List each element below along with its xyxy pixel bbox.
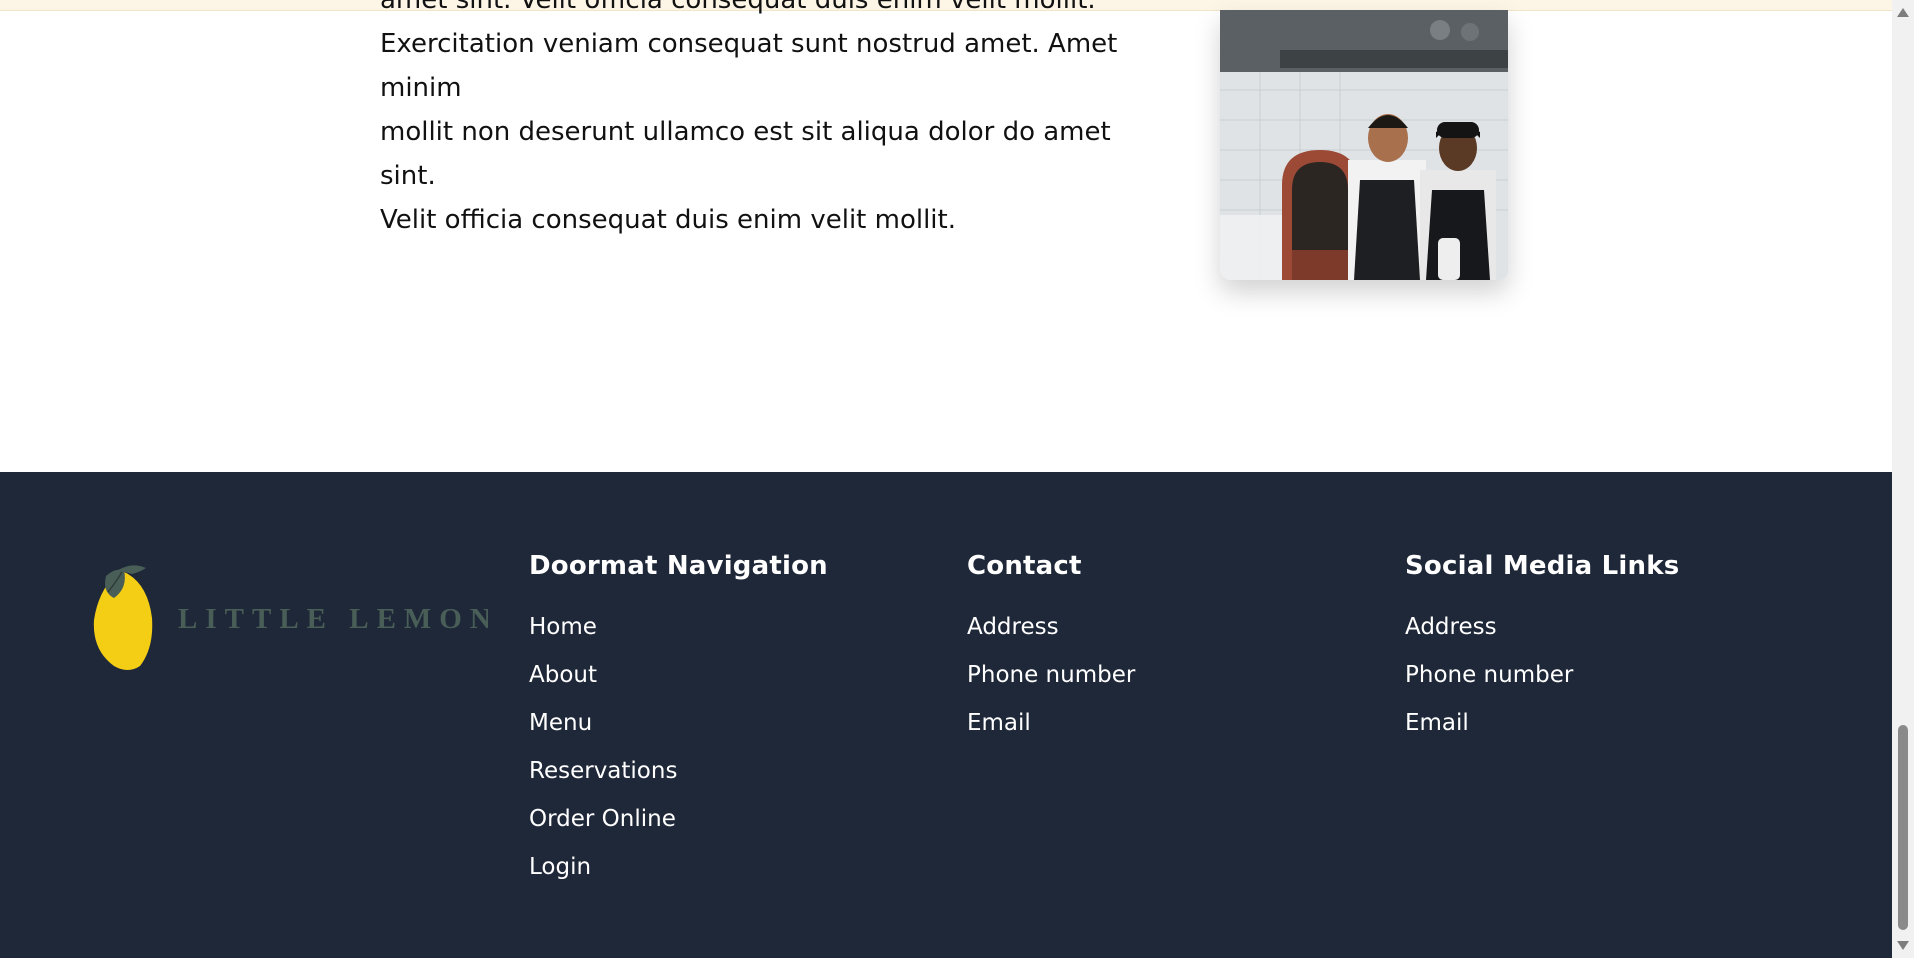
contact-phone-link[interactable]: Phone number xyxy=(967,651,1135,699)
page: amet sint. Velit officia consequat duis … xyxy=(0,0,1914,958)
social-email-link[interactable]: Email xyxy=(1405,699,1679,747)
site-footer: LITTLE LEMON Doormat Navigation Home Abo… xyxy=(0,472,1892,958)
footer-nav-login[interactable]: Login xyxy=(529,843,828,891)
about-partial-line: amet sint. Velit officia consequat duis … xyxy=(380,0,1096,15)
footer-nav-reservations[interactable]: Reservations xyxy=(529,747,828,795)
scroll-up-icon[interactable] xyxy=(1897,8,1909,17)
social-address-link[interactable]: Address xyxy=(1405,603,1679,651)
about-line-2: mollit non deserunt ullamco est sit aliq… xyxy=(380,117,1111,191)
little-lemon-logo[interactable]: LITTLE LEMON xyxy=(88,562,488,682)
footer-nav-order-online[interactable]: Order Online xyxy=(529,795,828,843)
social-phone-link[interactable]: Phone number xyxy=(1405,651,1679,699)
about-paragraph: amet sint. Velit officia consequat duis … xyxy=(380,0,1150,242)
about-line-1: Exercitation veniam consequat sunt nostr… xyxy=(380,29,1118,103)
contact-heading: Contact xyxy=(967,551,1082,581)
doormat-navigation: Doormat Navigation Home About Menu Reser… xyxy=(529,549,828,891)
social-media-heading: Social Media Links xyxy=(1405,551,1680,581)
social-media-column: Social Media Links Address Phone number … xyxy=(1405,549,1679,747)
footer-nav-about[interactable]: About xyxy=(529,651,828,699)
contact-address-link[interactable]: Address xyxy=(967,603,1135,651)
lemon-icon xyxy=(93,565,153,670)
logo-wordmark: LITTLE LEMON xyxy=(178,603,488,635)
footer-nav-home[interactable]: Home xyxy=(529,603,828,651)
vertical-scrollbar[interactable] xyxy=(1892,0,1914,958)
about-line-3: Velit officia consequat duis enim velit … xyxy=(380,205,956,235)
scroll-thumb[interactable] xyxy=(1898,725,1908,930)
doormat-navigation-heading: Doormat Navigation xyxy=(529,551,828,581)
chefs-photo xyxy=(1220,10,1508,280)
scroll-down-icon[interactable] xyxy=(1897,941,1909,950)
contact-column: Contact Address Phone number Email xyxy=(967,549,1135,747)
footer-nav-menu[interactable]: Menu xyxy=(529,699,828,747)
contact-email-link[interactable]: Email xyxy=(967,699,1135,747)
